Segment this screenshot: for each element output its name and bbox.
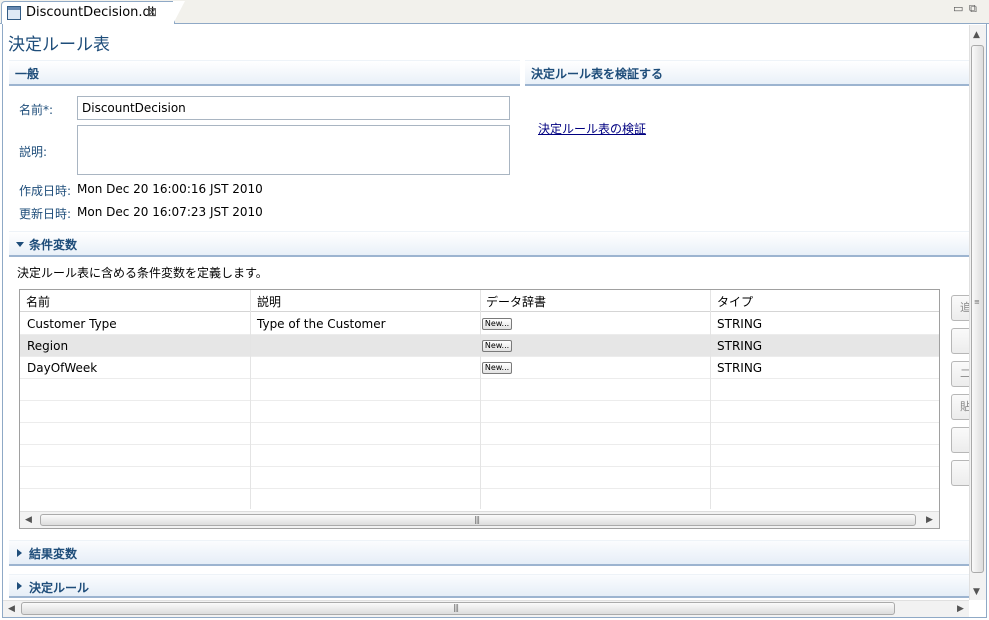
name-label: 名前*:	[19, 103, 54, 117]
scroll-up-icon[interactable]: ▲	[973, 30, 980, 40]
cell-name[interactable]: Customer Type	[27, 317, 117, 331]
maximize-icon[interactable]: ⧉	[969, 2, 977, 16]
results-section-title: 結果変数	[29, 547, 78, 561]
column-header-dictionary[interactable]: データ辞書	[486, 293, 546, 310]
scroll-left-icon[interactable]: ◀	[8, 604, 15, 614]
editor-vertical-thumb[interactable]: ≡	[971, 45, 984, 573]
column-header-description[interactable]: 説明	[257, 293, 281, 310]
scroll-left-icon[interactable]: ◀	[25, 515, 32, 525]
table-horizontal-scrollbar[interactable]: ◀ ||| ▶	[20, 511, 939, 528]
editor-tab-title: DiscountDecision.dt	[26, 5, 156, 20]
name-input[interactable]	[77, 96, 510, 120]
minimize-icon[interactable]: ▭	[953, 2, 963, 15]
column-line	[250, 290, 251, 509]
new-dictionary-button[interactable]: New...	[482, 340, 512, 352]
dt-file-icon	[7, 6, 21, 20]
results-section-header[interactable]: 結果変数	[9, 540, 969, 566]
grip-icon: |||	[453, 603, 459, 612]
rules-section-header[interactable]: 決定ルール	[9, 574, 969, 598]
cell-type[interactable]: STRING	[717, 361, 762, 375]
validate-section-title: 決定ルール表を検証する	[531, 67, 664, 81]
editor-tab[interactable]: DiscountDecision.dt ⊠	[1, 1, 175, 24]
page-title: 決定ルール表	[8, 35, 110, 55]
conditions-section-title: 条件変数	[29, 238, 78, 252]
created-value: Mon Dec 20 16:00:16 JST 2010	[77, 182, 263, 196]
close-icon[interactable]: ⊠	[147, 5, 157, 19]
conditions-description: 決定ルール表に含める条件変数を定義します。	[17, 266, 268, 280]
created-label: 作成日時:	[19, 184, 72, 198]
cell-type[interactable]: STRING	[717, 339, 762, 353]
new-dictionary-button[interactable]: New...	[482, 318, 512, 330]
cell-name[interactable]: Region	[27, 339, 68, 353]
column-line	[710, 290, 711, 509]
column-line	[480, 290, 481, 509]
description-field[interactable]	[77, 125, 510, 175]
table-scroll-thumb[interactable]: |||	[40, 514, 916, 526]
description-label: 説明:	[19, 145, 48, 159]
scroll-down-icon[interactable]: ▼	[973, 587, 980, 597]
triangle-right-icon	[17, 549, 22, 557]
new-dictionary-button[interactable]: New...	[482, 362, 512, 374]
cell-name[interactable]: DayOfWeek	[27, 361, 97, 375]
column-header-type[interactable]: タイプ	[717, 293, 753, 310]
updated-label: 更新日時:	[19, 207, 72, 221]
scroll-right-icon[interactable]: ▶	[957, 604, 964, 614]
editor-horizontal-thumb[interactable]: |||	[21, 602, 895, 615]
general-section-header: 一般	[9, 60, 520, 86]
tab-edge	[173, 1, 185, 24]
updated-value: Mon Dec 20 16:07:23 JST 2010	[77, 205, 263, 219]
cell-description[interactable]: Type of the Customer	[257, 317, 386, 331]
grip-icon: |||	[474, 515, 480, 524]
column-header-name[interactable]: 名前	[26, 293, 50, 310]
conditions-table: 名前 説明 データ辞書 タイプ Customer Type Type of th…	[19, 289, 940, 529]
validate-link[interactable]: 決定ルール表の検証	[538, 120, 646, 137]
conditions-section-header[interactable]: 条件変数	[9, 231, 969, 257]
triangle-down-icon	[16, 242, 24, 247]
validate-section-header: 決定ルール表を検証する	[525, 60, 969, 86]
general-section-title: 一般	[15, 67, 40, 81]
scroll-right-icon[interactable]: ▶	[926, 515, 933, 525]
grip-icon: ≡	[974, 298, 980, 306]
cell-type[interactable]: STRING	[717, 317, 762, 331]
rules-section-title: 決定ルール	[29, 581, 90, 595]
triangle-right-icon	[17, 582, 22, 590]
